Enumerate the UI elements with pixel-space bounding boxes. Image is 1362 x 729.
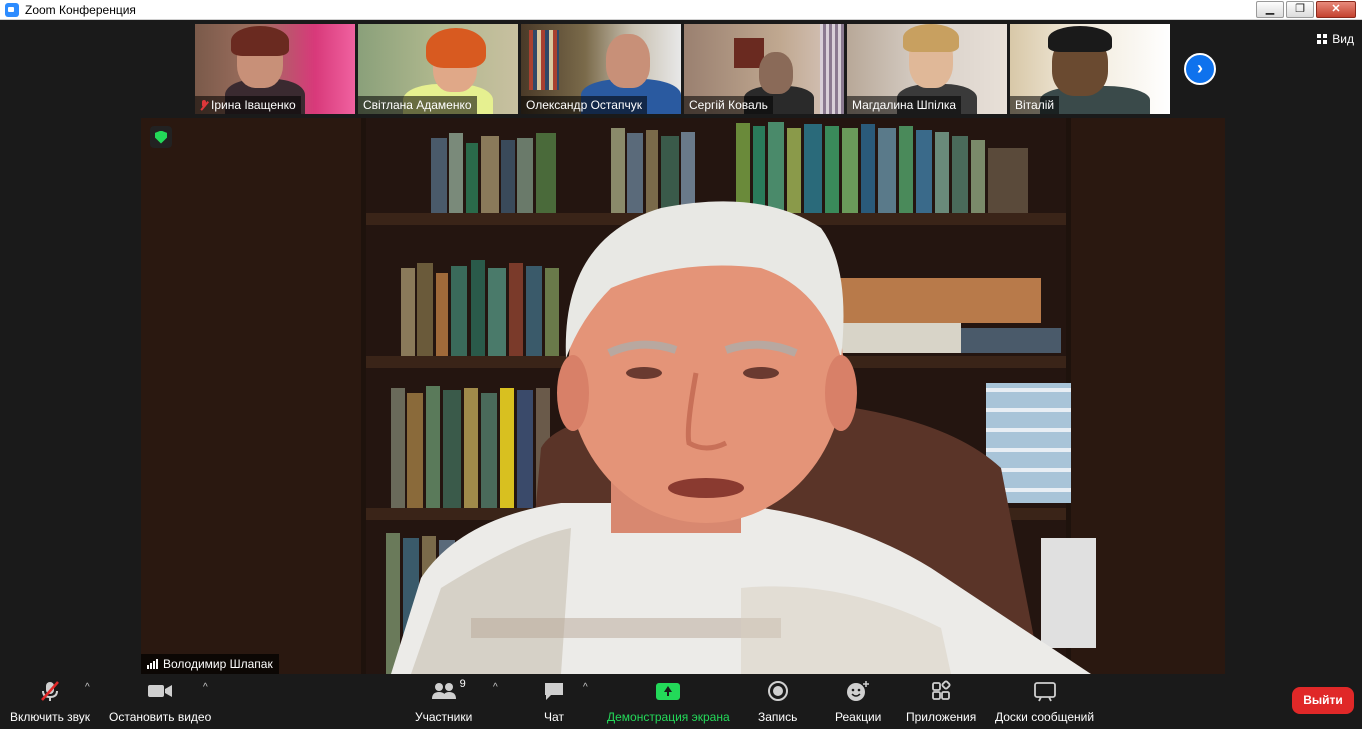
participants-count: 9 <box>459 678 466 690</box>
participants-icon: 9 <box>430 678 466 702</box>
apps-icon <box>930 680 952 702</box>
meeting-toolbar: Включить звук ^ Остановить видео ^ 9 Уча… <box>0 674 1362 729</box>
chat-button[interactable]: Чат <box>543 680 565 724</box>
participant-tile[interactable]: Ірина Іващенко <box>195 24 355 114</box>
participant-tile[interactable]: Магдалина Шпілка <box>847 24 1007 114</box>
video-options-chevron-up-icon[interactable]: ^ <box>203 682 208 693</box>
speaker-name-tag: Володимир Шлапак <box>141 654 279 674</box>
speaker-video-frame <box>141 118 1225 674</box>
whiteboard-icon <box>1033 680 1057 702</box>
restore-icon[interactable]: ❐ <box>1286 1 1314 18</box>
participant-name: Олександр Остапчук <box>521 96 647 114</box>
view-button[interactable]: Вид <box>1317 32 1354 46</box>
participant-tile[interactable]: Світлана Адаменко <box>358 24 518 114</box>
participant-name: Світлана Адаменко <box>358 96 477 114</box>
audio-options-chevron-up-icon[interactable]: ^ <box>85 682 90 693</box>
title-bar: Zoom Конференция ▁ ❐ ✕ <box>0 0 1362 20</box>
zoom-app-icon <box>5 2 19 17</box>
share-screen-button[interactable]: Демонстрация экрана <box>607 680 730 724</box>
smiley-plus-icon <box>846 680 870 702</box>
window-title: Zoom Конференция <box>25 2 136 17</box>
mic-muted-icon <box>39 680 61 702</box>
record-icon <box>767 680 789 702</box>
main-speaker-video: Володимир Шлапак <box>141 118 1225 674</box>
chat-options-chevron-up-icon[interactable]: ^ <box>583 682 588 693</box>
speaker-name: Володимир Шлапак <box>163 657 273 671</box>
stop-video-button[interactable]: Остановить видео <box>109 680 211 724</box>
signal-strength-icon <box>147 659 158 669</box>
participant-name: Сергій Коваль <box>684 96 773 114</box>
record-button[interactable]: Запись <box>758 680 797 724</box>
window-controls: ▁ ❐ ✕ <box>1256 1 1356 18</box>
apps-button[interactable]: Приложения <box>906 680 976 724</box>
participants-strip: Ірина Іващенко Світлана Адаменко Олексан… <box>195 24 1170 114</box>
participant-tile[interactable]: Сергій Коваль <box>684 24 844 114</box>
participants-options-chevron-up-icon[interactable]: ^ <box>493 682 498 693</box>
reactions-button[interactable]: Реакции <box>835 680 881 724</box>
grid-icon <box>1317 34 1328 44</box>
minimize-icon[interactable]: ▁ <box>1256 1 1284 18</box>
participant-name: Віталій <box>1010 96 1060 114</box>
view-button-label: Вид <box>1332 32 1354 46</box>
chat-bubble-icon <box>543 680 565 702</box>
share-screen-icon <box>656 680 681 702</box>
participants-button[interactable]: 9 Участники <box>415 678 472 724</box>
close-icon[interactable]: ✕ <box>1316 1 1356 18</box>
whiteboards-button[interactable]: Доски сообщений <box>995 680 1094 724</box>
mic-muted-icon <box>200 99 208 111</box>
video-camera-icon <box>147 680 173 702</box>
next-page-arrow-icon[interactable]: › <box>1184 53 1216 85</box>
unmute-button[interactable]: Включить звук <box>10 680 90 724</box>
leave-meeting-button[interactable]: Выйти <box>1292 687 1354 714</box>
participant-tile[interactable]: Олександр Остапчук <box>521 24 681 114</box>
encryption-shield-icon[interactable] <box>150 126 172 148</box>
participant-tile[interactable]: Віталій <box>1010 24 1170 114</box>
participant-name: Магдалина Шпілка <box>847 96 962 114</box>
participant-name: Ірина Іващенко <box>195 96 301 114</box>
